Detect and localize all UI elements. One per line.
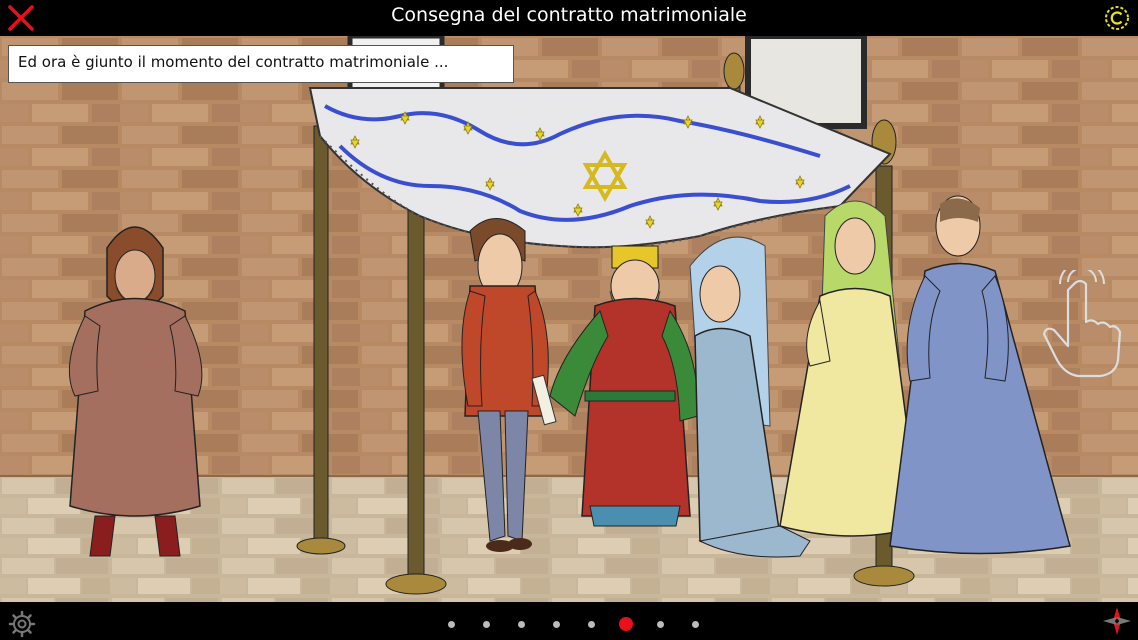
copyright-icon (1105, 6, 1129, 30)
navigation-compass-icon (1103, 607, 1131, 635)
settings-gear-icon (8, 610, 36, 638)
wedding-scene-illustration (0, 36, 1138, 602)
narration-box: Ed ora è giunto il momento del contratto… (8, 45, 514, 83)
page-indicator (434, 617, 713, 631)
page-dot-7[interactable] (657, 620, 664, 628)
top-bar: Consegna del contratto matrimoniale (0, 0, 1138, 36)
narration-text: Ed ora è giunto il momento del contratto… (18, 53, 449, 71)
page-dot-1[interactable] (448, 620, 455, 628)
tap-hint-button[interactable] (1038, 261, 1122, 380)
app-window: Consegna del contratto matrimoniale Ed o… (0, 0, 1138, 640)
credits-button[interactable] (1102, 4, 1132, 32)
page-dot-4[interactable] (553, 620, 560, 628)
page-dot-3[interactable] (518, 620, 525, 628)
navigation-button[interactable] (1102, 605, 1132, 637)
page-dot-6-active[interactable] (619, 617, 633, 631)
bottom-bar (0, 602, 1138, 640)
page-dot-2[interactable] (483, 620, 490, 628)
page-dot-8[interactable] (692, 620, 699, 628)
settings-button[interactable] (8, 610, 36, 638)
page-dot-5[interactable] (588, 620, 595, 628)
page-title: Consegna del contratto matrimoniale (391, 4, 747, 26)
scene-illustration (0, 36, 1138, 602)
tap-hand-icon (1042, 261, 1122, 378)
